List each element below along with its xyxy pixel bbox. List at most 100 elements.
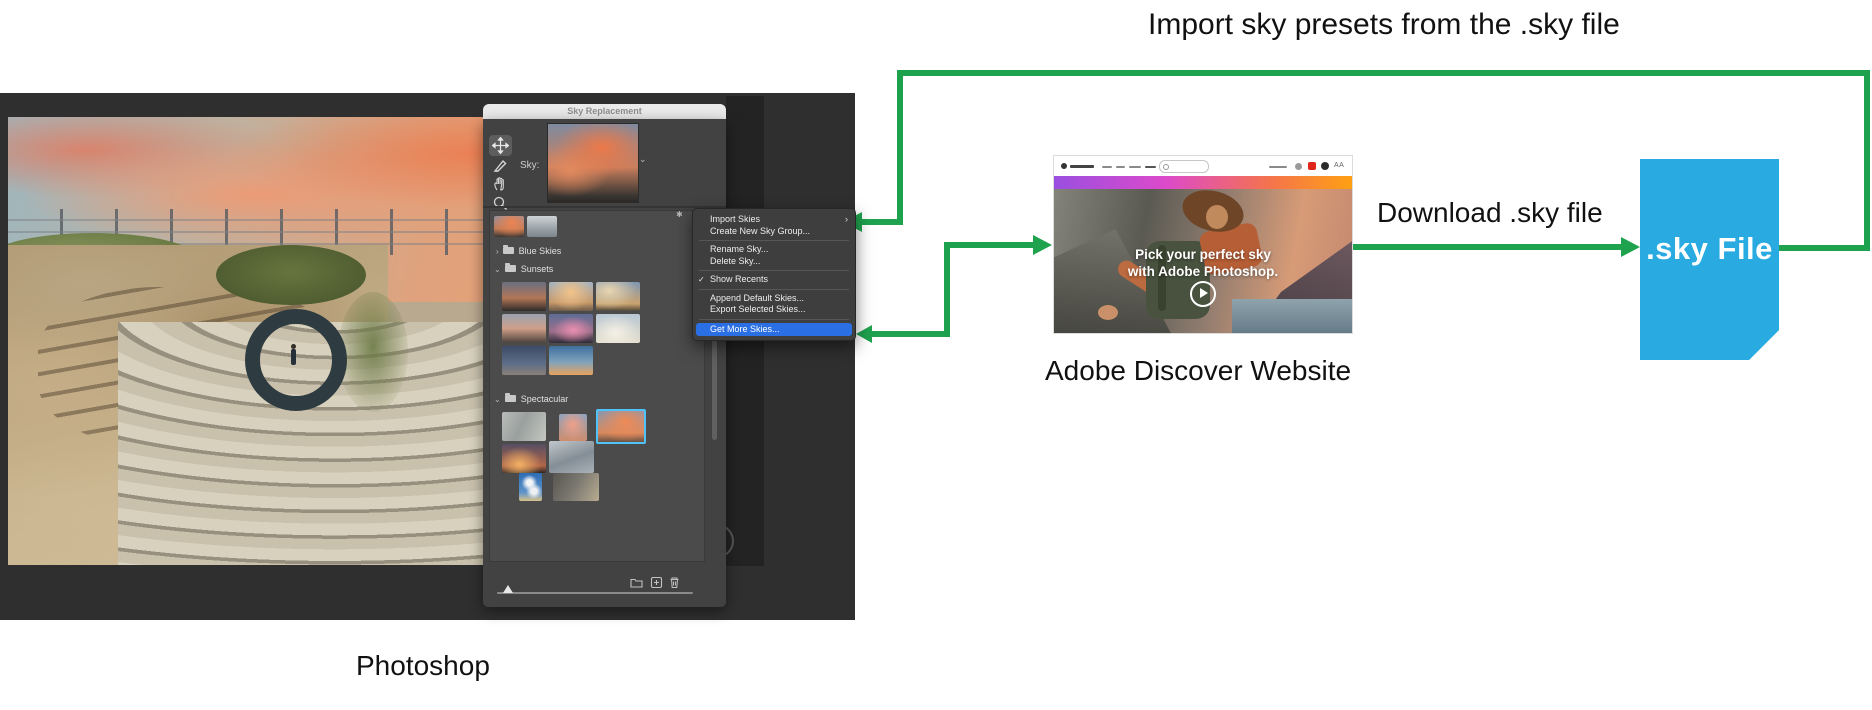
photoshop-caption: Photoshop [356, 650, 490, 682]
search-input[interactable] [1159, 160, 1209, 173]
group-blue-skies[interactable]: ›Blue Skies [496, 246, 561, 256]
panel-scrollbar[interactable] [712, 330, 717, 440]
expand-chevron-icon[interactable]: ⌄ [494, 395, 501, 404]
nav-link[interactable] [1102, 166, 1112, 169]
sky-file-folded-corner [1749, 330, 1779, 360]
nav-signin-text[interactable] [1269, 166, 1287, 169]
sky-thumb[interactable] [519, 473, 542, 501]
download-label: Download .sky file [1377, 197, 1603, 229]
menu-separator [699, 319, 849, 320]
arrow-getmore-seg2 [944, 245, 950, 337]
creative-cloud-logo-icon [1061, 163, 1067, 169]
sky-thumb[interactable] [553, 473, 599, 501]
hand-tool-icon[interactable] [492, 176, 509, 193]
adobe-discover-website: AA Pick your perfect sky with Adobe Phot… [1053, 155, 1353, 334]
sky-thumb[interactable] [549, 346, 593, 375]
recent-sky-thumb[interactable] [527, 216, 557, 237]
sky-thumb[interactable] [549, 282, 593, 311]
hero-sea [1232, 299, 1352, 333]
diagram-canvas: Import sky presets from the .sky file Do… [0, 0, 1872, 710]
arrow-import-seg-top [897, 70, 1870, 76]
adobe-cc-icon[interactable] [1308, 162, 1316, 170]
checkmark-icon: ✓ [698, 274, 705, 286]
arrow-getmore-seg3 [944, 242, 1034, 248]
sky-thumb[interactable] [549, 314, 593, 343]
website-gradient-bar [1054, 176, 1352, 189]
zoom-slider-thumb[interactable] [503, 585, 513, 593]
play-button[interactable] [1190, 281, 1216, 307]
globe-icon[interactable] [1295, 163, 1302, 170]
arrow-getmore-head-site [1033, 235, 1052, 255]
sky-presets-list [489, 210, 705, 562]
group-spectacular[interactable]: ⌄Spectacular [494, 394, 568, 404]
menu-item-show-recents[interactable]: ✓ Show Recents [693, 274, 855, 286]
photo-walker [291, 349, 296, 365]
folder-icon [503, 247, 514, 254]
sky-thumb[interactable] [502, 282, 546, 311]
sky-preview-thumbnail[interactable] [547, 123, 639, 203]
open-folder-icon [505, 395, 516, 402]
sky-thumb[interactable] [596, 282, 640, 311]
open-folder-icon [505, 265, 516, 272]
avatar[interactable] [1321, 162, 1329, 170]
photo-tire-arch [245, 309, 347, 411]
menu-separator [699, 240, 849, 241]
panel-context-menu: Import Skies › Create New Sky Group... R… [692, 208, 856, 341]
sky-replacement-titlebar[interactable]: Sky Replacement [483, 104, 726, 119]
new-sky-icon[interactable] [650, 576, 663, 589]
menu-separator [699, 270, 849, 271]
arrow-download-seg [1348, 244, 1622, 250]
expand-chevron-icon[interactable]: ⌄ [494, 265, 501, 274]
sky-thumb[interactable] [549, 441, 594, 473]
logo-wordmark [1070, 165, 1094, 168]
sky-thumb[interactable] [502, 346, 546, 375]
website-hero: Pick your perfect sky with Adobe Photosh… [1054, 189, 1352, 333]
zoom-slider-track[interactable] [497, 592, 693, 594]
delete-trash-icon[interactable] [668, 576, 681, 589]
nav-aa-glyph: AA [1334, 162, 1344, 169]
sky-dropdown-chevron-icon[interactable]: ⌄ [639, 154, 647, 165]
menu-item-delete-sky[interactable]: Delete Sky... [693, 256, 855, 268]
search-icon [1163, 164, 1169, 170]
menu-item-import-skies[interactable]: Import Skies › [693, 214, 855, 226]
sky-thumb-selected[interactable] [596, 409, 646, 444]
sky-file-label: .sky File [1640, 231, 1779, 267]
sky-thumb[interactable] [502, 444, 546, 473]
menu-item-export-selected-skies[interactable]: Export Selected Skies... [693, 304, 855, 316]
panel-divider [483, 206, 726, 208]
nav-link[interactable] [1145, 166, 1156, 169]
sky-thumb[interactable] [559, 414, 587, 441]
hero-woman-face [1206, 205, 1228, 229]
sky-thumb[interactable] [597, 444, 641, 473]
website-caption: Adobe Discover Website [1045, 355, 1351, 387]
collapse-chevron-icon[interactable]: › [496, 247, 499, 256]
menu-item-append-default-skies[interactable]: Append Default Skies... [693, 293, 855, 305]
flow-title: Import sky presets from the .sky file [1148, 8, 1620, 42]
brush-tool-icon[interactable] [492, 157, 509, 174]
website-navbar: AA [1054, 156, 1352, 177]
recent-sky-thumb[interactable] [494, 216, 524, 237]
arrow-import-seg-file [1778, 245, 1868, 251]
play-icon [1200, 288, 1208, 298]
hero-woman-hand [1098, 305, 1118, 320]
photo-shrub [216, 245, 366, 305]
move-tool-icon[interactable] [492, 137, 509, 154]
arrow-import-seg-in [862, 219, 903, 225]
arrow-download-head [1621, 237, 1640, 257]
panel-flyout-menu-icon[interactable]: ✱ [676, 210, 683, 219]
sky-thumb[interactable] [502, 412, 546, 441]
arrow-import-seg-down [897, 70, 903, 225]
menu-item-rename-sky[interactable]: Rename Sky... [693, 244, 855, 256]
arrow-getmore-head-menu [856, 325, 872, 343]
group-sunsets[interactable]: ⌄Sunsets [494, 264, 553, 274]
new-group-folder-icon[interactable] [630, 576, 643, 589]
nav-link[interactable] [1129, 166, 1141, 169]
sky-file-shape: .sky File [1640, 159, 1779, 360]
sky-field-label: Sky: [520, 160, 539, 171]
nav-link[interactable] [1116, 166, 1125, 169]
sky-thumb[interactable] [596, 314, 640, 343]
menu-item-create-new-sky-group[interactable]: Create New Sky Group... [693, 226, 855, 238]
photo-shrub-2 [338, 292, 408, 412]
menu-item-get-more-skies[interactable]: Get More Skies... [696, 323, 852, 336]
sky-thumb[interactable] [502, 314, 546, 343]
